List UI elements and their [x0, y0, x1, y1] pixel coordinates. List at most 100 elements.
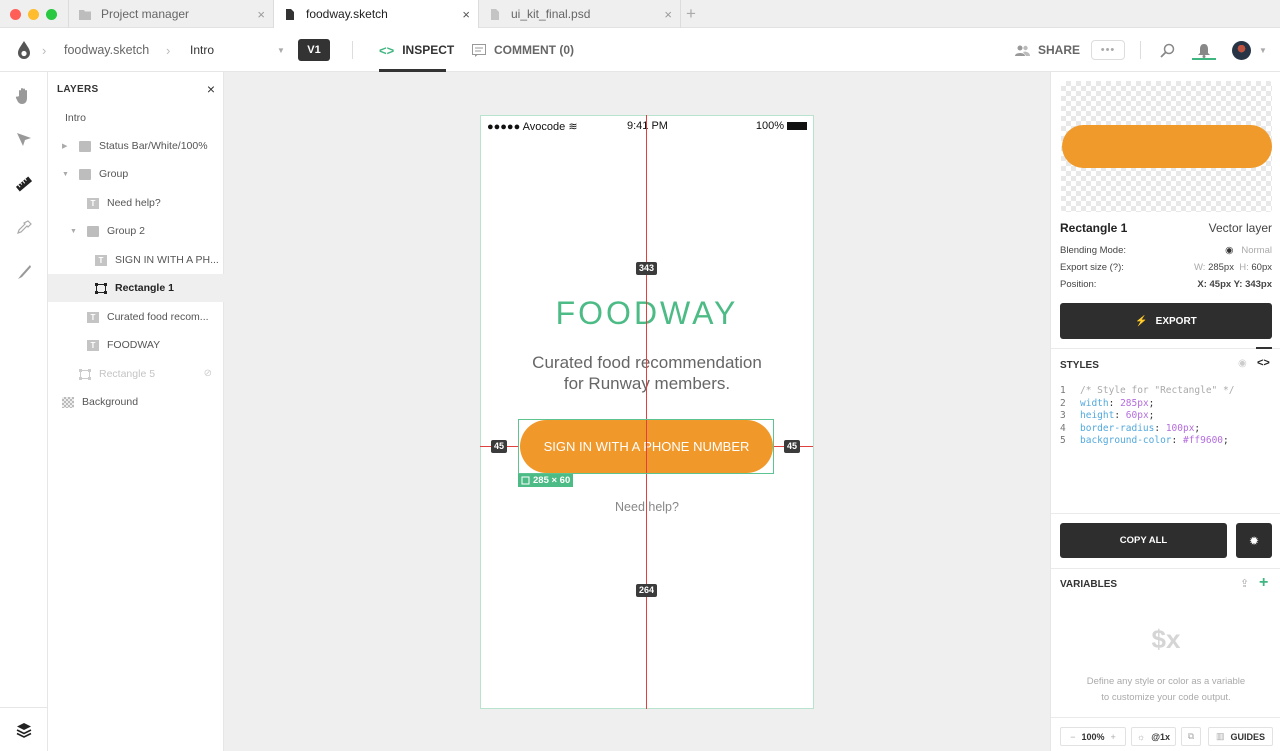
layer-item[interactable]: Intro	[48, 104, 224, 132]
scale-select[interactable]: ☼ @1x	[1131, 727, 1176, 746]
color-picker-tool[interactable]	[14, 218, 34, 238]
code-line: 5 background-color: #ff9600;	[1060, 435, 1229, 446]
tab-comment[interactable]: COMMENT (0)	[472, 28, 574, 72]
layer-item[interactable]: T FOODWAY	[48, 331, 224, 359]
rectangle-icon	[521, 476, 530, 485]
eye-icon[interactable]: ◉	[1225, 245, 1233, 256]
background-layer-icon	[62, 396, 74, 408]
tab-label: ui_kit_final.psd	[511, 7, 591, 21]
user-menu[interactable]: ▼	[1232, 28, 1267, 72]
x-label: X:	[1197, 279, 1207, 290]
layer-label: Intro	[65, 112, 87, 124]
ruler-icon	[15, 176, 33, 192]
add-variable-icon[interactable]: +	[1259, 574, 1268, 592]
notifications-button[interactable]	[1197, 28, 1211, 72]
zoom-in-button[interactable]: +	[1111, 732, 1116, 742]
close-tab-icon[interactable]: ×	[462, 7, 470, 22]
tab-foodway-sketch[interactable]: foodway.sketch ×	[273, 0, 478, 28]
layer-item[interactable]: ▼ Group 2	[48, 217, 224, 245]
bottom-bar: − 100% + ☼ @1x ⧉ ▥ GUIDES	[1051, 717, 1280, 751]
copy-all-button[interactable]: COPY ALL	[1060, 523, 1227, 558]
variables-description: Define any style or color as a variable …	[1086, 676, 1246, 703]
eyedropper-icon	[17, 220, 32, 234]
share-button[interactable]: SHARE	[1015, 28, 1080, 72]
code-icon: <>	[379, 42, 395, 58]
zoom-value[interactable]: 100%	[1081, 732, 1104, 742]
bell-icon	[1198, 43, 1210, 58]
layer-item[interactable]: T Curated food recom...	[48, 303, 224, 331]
hand-tool[interactable]	[14, 86, 34, 106]
selection-outline	[518, 419, 774, 474]
tagline[interactable]: Curated food recommendation for Runway m…	[480, 352, 814, 394]
overlay-toggle[interactable]: ⧉	[1181, 727, 1201, 746]
code-view-icon[interactable]: <>	[1257, 357, 1270, 369]
tab-bar: Project manager × foodway.sketch × ui_ki…	[0, 0, 1280, 28]
layers-toggle[interactable]	[0, 707, 48, 751]
select-tool[interactable]	[14, 130, 34, 150]
caret-down-icon[interactable]: ▼	[62, 171, 72, 178]
maximize-window-button[interactable]	[46, 9, 57, 20]
zoom-out-button[interactable]: −	[1070, 732, 1075, 742]
layer-item[interactable]: T Need help?	[48, 189, 224, 217]
minimize-window-button[interactable]	[28, 9, 39, 20]
blending-label: Blending Mode:	[1060, 245, 1127, 256]
close-window-button[interactable]	[10, 9, 21, 20]
artboard-select[interactable]: Intro	[190, 28, 214, 72]
slice-tool[interactable]	[14, 262, 34, 282]
layer-label: Curated food recom...	[107, 311, 209, 323]
foodway-logo[interactable]: FOODWAY	[480, 295, 814, 332]
window-controls	[10, 9, 57, 20]
app-logo[interactable]	[17, 28, 31, 72]
caret-right-icon[interactable]: ▶	[62, 142, 72, 150]
code-line: 4 border-radius: 100px;	[1060, 422, 1201, 434]
measure-tool[interactable]	[14, 174, 34, 194]
need-help-link[interactable]: Need help?	[480, 500, 814, 514]
share-variables-icon[interactable]: ⇪	[1240, 577, 1249, 590]
rectangle-layer-icon	[79, 368, 91, 380]
comment-label: COMMENT (0)	[494, 43, 574, 57]
layer-item[interactable]: ▼ Group	[48, 160, 224, 188]
layer-item-hidden[interactable]: Rectangle 5 ⊘	[48, 360, 224, 388]
close-tab-icon[interactable]: ×	[664, 7, 672, 22]
divider	[352, 41, 353, 59]
breadcrumb-file[interactable]: foodway.sketch	[64, 28, 149, 72]
more-options-button[interactable]: •••	[1091, 40, 1125, 60]
caret-down-icon[interactable]: ▼	[70, 228, 80, 235]
hidden-layer-icon[interactable]: ⊘	[204, 368, 212, 379]
layer-type: Vector layer	[1208, 221, 1272, 235]
layer-label: Rectangle 1	[115, 282, 174, 294]
artboard[interactable]: ●●●●● Avocode ≋ 9:41 PM 100%	[480, 115, 814, 709]
layer-item[interactable]: T SIGN IN WITH A PH...	[48, 246, 224, 274]
measure-right: 45	[784, 440, 801, 453]
variables-title: VARIABLES	[1060, 579, 1118, 590]
tab-inspect[interactable]: <> INSPECT	[379, 28, 454, 72]
measure-left: 45	[491, 440, 508, 453]
version-badge[interactable]: V1	[298, 39, 330, 61]
measure-top: 343	[636, 262, 658, 275]
search-button[interactable]	[1160, 28, 1175, 72]
tagline-line: Curated food recommendation	[532, 353, 762, 372]
layer-item[interactable]: Background	[48, 388, 224, 416]
tab-indicator	[1256, 347, 1272, 349]
guides-toggle[interactable]: ▥ GUIDES	[1208, 727, 1273, 746]
artboard-dropdown-icon[interactable]: ▼	[277, 28, 285, 72]
layer-item-selected[interactable]: Rectangle 1	[48, 274, 224, 302]
x-value: 45px	[1209, 279, 1232, 290]
tool-rail	[0, 72, 48, 751]
preview-toggle-eye-icon[interactable]: ◉	[1238, 358, 1247, 369]
divider	[1051, 513, 1280, 514]
tab-project-manager[interactable]: Project manager ×	[68, 0, 273, 28]
folder-icon	[79, 168, 91, 180]
width-label: W:	[1194, 262, 1206, 273]
tab-ui-kit-final[interactable]: ui_kit_final.psd ×	[478, 0, 680, 28]
avocode-logo-icon	[18, 41, 30, 59]
export-button[interactable]: ⚡ EXPORT	[1060, 303, 1272, 339]
share-label: SHARE	[1038, 43, 1081, 57]
status-battery: 100%	[756, 120, 807, 132]
layer-item[interactable]: ▶ Status Bar/White/100%	[48, 132, 224, 160]
new-tab-button[interactable]: +	[686, 4, 696, 24]
close-tab-icon[interactable]: ×	[257, 7, 265, 22]
close-layers-button[interactable]: ×	[207, 81, 215, 97]
code-block[interactable]: 1/* Style for "Rectangle" */ 2 width: 285…	[1060, 385, 1234, 448]
code-settings-button[interactable]: ✹	[1236, 523, 1272, 558]
